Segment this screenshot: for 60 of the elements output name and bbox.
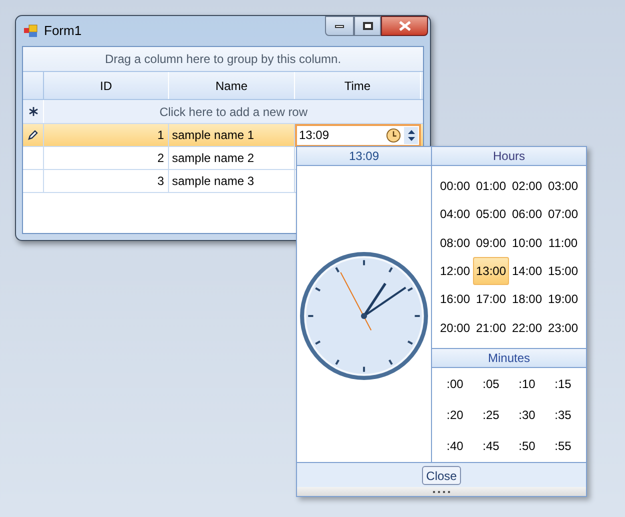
hour-option[interactable]: 09:00 xyxy=(473,228,509,257)
minute-option[interactable]: :05 xyxy=(473,370,509,397)
minute-option[interactable]: :30 xyxy=(509,402,545,428)
asterisk-icon xyxy=(28,107,38,116)
hour-option[interactable]: 14:00 xyxy=(509,257,545,286)
hour-option[interactable]: 22:00 xyxy=(509,314,545,342)
table-cell: 2 xyxy=(44,147,169,169)
hour-option[interactable]: 07:00 xyxy=(545,200,581,228)
table-cell: sample name 2 xyxy=(169,147,295,169)
minute-option[interactable]: :45 xyxy=(473,433,509,460)
minute-option[interactable]: :35 xyxy=(545,402,581,428)
clock-icon xyxy=(386,128,401,142)
hours-header: Hours xyxy=(432,147,586,166)
hour-option[interactable]: 03:00 xyxy=(545,172,581,200)
hour-option[interactable]: 08:00 xyxy=(437,228,473,257)
column-header[interactable]: Time xyxy=(295,72,421,99)
time-editor[interactable]: 13:09 xyxy=(295,124,421,146)
hour-option[interactable]: 17:00 xyxy=(473,285,509,314)
minute-option[interactable]: :55 xyxy=(545,433,581,460)
column-header[interactable]: Name xyxy=(169,72,295,99)
minute-option[interactable]: :15 xyxy=(545,370,581,397)
maximize-button[interactable] xyxy=(354,16,381,36)
hour-option[interactable]: 18:00 xyxy=(509,285,545,314)
hour-option[interactable]: 12:00 xyxy=(437,257,473,286)
hour-option[interactable]: 00:00 xyxy=(437,172,473,200)
grid-row[interactable]: 1 sample name 1 13:09 xyxy=(23,124,423,147)
table-cell: 1 xyxy=(44,124,169,146)
minute-option[interactable]: :25 xyxy=(473,402,509,428)
spin-buttons[interactable] xyxy=(404,126,418,144)
hour-option[interactable]: 20:00 xyxy=(437,314,473,342)
minute-option[interactable]: :40 xyxy=(437,433,473,460)
app-icon xyxy=(24,24,38,38)
window-title: Form1 xyxy=(44,22,82,40)
hour-option[interactable]: 05:00 xyxy=(473,200,509,228)
hour-option[interactable]: 19:00 xyxy=(545,285,581,314)
hour-option[interactable]: 11:00 xyxy=(545,228,581,257)
hour-option[interactable]: 21:00 xyxy=(473,314,509,342)
hour-option[interactable]: 13:00 xyxy=(473,257,509,286)
close-button[interactable]: Close xyxy=(422,466,461,484)
table-cell: sample name 3 xyxy=(169,170,295,192)
hour-option[interactable]: 01:00 xyxy=(473,172,509,200)
minimize-button[interactable] xyxy=(325,16,354,36)
resize-grip[interactable] xyxy=(297,487,586,496)
hour-option[interactable]: 02:00 xyxy=(509,172,545,200)
hour-option[interactable]: 10:00 xyxy=(509,228,545,257)
table-cell: 3 xyxy=(44,170,169,192)
hour-option[interactable]: 16:00 xyxy=(437,285,473,314)
hour-option[interactable]: 15:00 xyxy=(545,257,581,286)
hour-option[interactable]: 06:00 xyxy=(509,200,545,228)
minutes-header: Minutes xyxy=(432,349,586,368)
group-panel-hint: Drag a column here to group by this column. xyxy=(104,51,342,68)
column-header[interactable]: ID xyxy=(44,72,169,99)
time-header: 13:09 xyxy=(297,147,431,166)
hour-option[interactable]: 04:00 xyxy=(437,200,473,228)
hour-option[interactable]: 23:00 xyxy=(545,314,581,342)
minute-option[interactable]: :50 xyxy=(509,433,545,460)
minute-option[interactable]: :10 xyxy=(509,370,545,397)
close-icon[interactable] xyxy=(381,16,428,36)
minute-option[interactable]: :20 xyxy=(437,402,473,428)
minute-option[interactable]: :00 xyxy=(437,370,473,397)
